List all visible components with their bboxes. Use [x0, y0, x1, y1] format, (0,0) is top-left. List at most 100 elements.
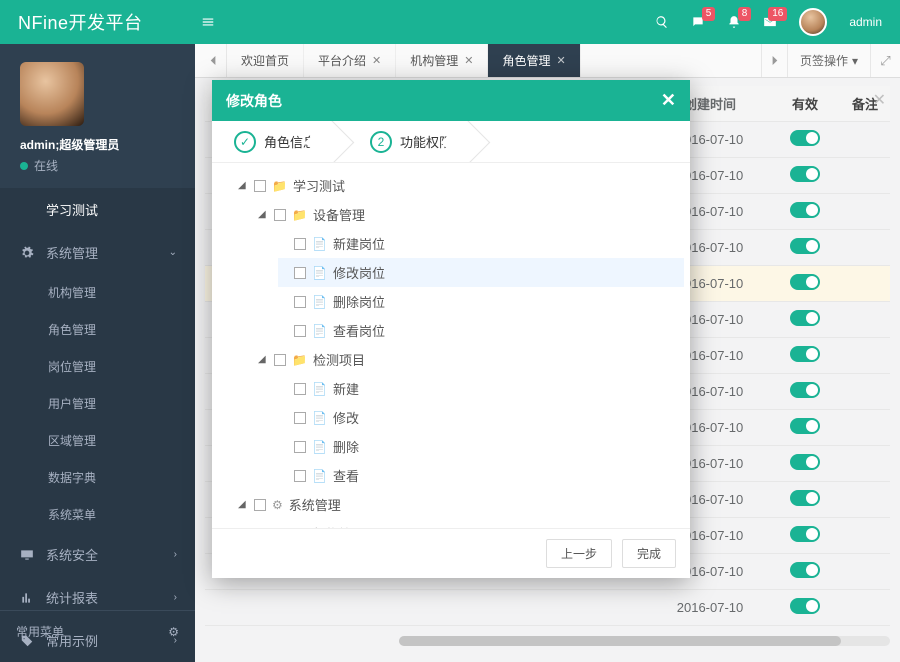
modal-title: 修改角色	[226, 91, 282, 111]
tree-leaf[interactable]: 📄新建岗位	[278, 229, 684, 258]
cell-date: 2016-07-10	[650, 600, 770, 615]
desktop-icon	[20, 548, 34, 562]
checkbox[interactable]	[294, 441, 306, 453]
file-icon: 📄	[312, 237, 327, 251]
tab[interactable]: 平台介绍✕	[304, 44, 396, 77]
sidebar: admin;超级管理员 在线 学习测试 系统管理⌄ 机构管理角色管理岗位管理用户…	[0, 44, 195, 652]
menu-security[interactable]: 系统安全›	[0, 533, 195, 576]
valid-switch[interactable]	[790, 274, 820, 290]
tree-node[interactable]: ◢📁设备管理	[258, 200, 684, 229]
tree-leaf[interactable]: 📄修改	[278, 403, 684, 432]
search-icon[interactable]	[655, 15, 669, 29]
checkbox[interactable]	[274, 354, 286, 366]
header-avatar[interactable]	[799, 8, 827, 36]
valid-switch[interactable]	[790, 598, 820, 614]
tab-ops[interactable]: 页签操作▾	[787, 44, 870, 77]
alerts-icon[interactable]: 8	[727, 15, 741, 29]
permission-tree: ◢📁学习测试 ◢📁设备管理 📄新建岗位 📄修改岗位 📄删除岗位 📄查看岗位 ◢📁…	[212, 163, 690, 528]
mail-badge: 16	[768, 7, 787, 21]
menu-study[interactable]: 学习测试	[0, 188, 195, 231]
tab[interactable]: 机构管理✕	[396, 44, 488, 77]
messages-icon[interactable]: 5	[691, 15, 705, 29]
collapse-icon[interactable]: ◢	[238, 180, 248, 191]
cogs-icon: ⚙	[272, 498, 283, 512]
modal-close-icon[interactable]: ✕	[661, 90, 676, 111]
submenu-item[interactable]: 角色管理	[0, 311, 195, 348]
valid-switch[interactable]	[790, 418, 820, 434]
submenu-item[interactable]: 数据字典	[0, 459, 195, 496]
mail-icon[interactable]: 16	[763, 15, 777, 29]
checkbox[interactable]	[254, 499, 266, 511]
alerts-badge: 8	[738, 7, 752, 21]
checkbox[interactable]	[294, 296, 306, 308]
tabs-close-all[interactable]: ⤢	[870, 44, 900, 77]
submenu-item[interactable]: 用户管理	[0, 385, 195, 422]
checkbox[interactable]	[254, 180, 266, 192]
check-icon: ✓	[234, 131, 256, 153]
submenu-item[interactable]: 机构管理	[0, 274, 195, 311]
checkbox[interactable]	[274, 209, 286, 221]
horizontal-scrollbar[interactable]	[399, 636, 890, 646]
tabbar: ⏴ 欢迎首页平台介绍✕机构管理✕角色管理✕ ⏵ 页签操作▾ ⤢	[195, 44, 900, 78]
step-role-info[interactable]: ✓角色信息	[212, 121, 338, 162]
submenu-item[interactable]: 区域管理	[0, 422, 195, 459]
tab[interactable]: 角色管理✕	[488, 44, 580, 77]
tree-node[interactable]: ◢📁检测项目	[258, 345, 684, 374]
chevron-down-icon: ⌄	[169, 247, 177, 258]
tree-leaf[interactable]: 📄新建	[278, 374, 684, 403]
folder-icon: 📁	[272, 179, 287, 193]
valid-switch[interactable]	[790, 310, 820, 326]
valid-switch[interactable]	[790, 130, 820, 146]
common-menu[interactable]: 常用菜单⚙	[0, 610, 195, 652]
gear-icon[interactable]: ⚙	[168, 625, 179, 639]
sidebar-toggle[interactable]	[195, 15, 221, 29]
tabs-scroll-left[interactable]: ⏴	[201, 44, 227, 77]
profile-avatar[interactable]	[20, 62, 84, 126]
valid-switch[interactable]	[790, 490, 820, 506]
tab-close-icon[interactable]: ✕	[557, 54, 566, 67]
modal-edit-role: 修改角色 ✕ ✓角色信息 2功能权限 ◢📁学习测试 ◢📁设备管理 📄新建岗位 📄…	[212, 80, 690, 578]
checkbox[interactable]	[294, 383, 306, 395]
checkbox[interactable]	[294, 470, 306, 482]
tree-node[interactable]: ◢⚙系统管理	[238, 490, 684, 519]
step-permissions[interactable]: 2功能权限	[338, 121, 474, 162]
checkbox[interactable]	[294, 267, 306, 279]
profile-name: admin;超级管理员	[20, 136, 175, 153]
tabs-scroll-right[interactable]: ⏵	[761, 44, 787, 77]
checkbox[interactable]	[294, 325, 306, 337]
valid-switch[interactable]	[790, 526, 820, 542]
tab-close-icon[interactable]: ✕	[372, 54, 381, 67]
tree-leaf[interactable]: 📄修改岗位	[278, 258, 684, 287]
caret-down-icon: ▾	[852, 54, 858, 68]
tree-leaf[interactable]: 📄查看	[278, 461, 684, 490]
checkbox[interactable]	[294, 238, 306, 250]
tree-leaf[interactable]: 📄删除	[278, 432, 684, 461]
status-dot	[20, 162, 28, 170]
submenu-item[interactable]: 岗位管理	[0, 348, 195, 385]
tree-node[interactable]: ◢📁学习测试	[238, 171, 684, 200]
checkbox[interactable]	[294, 412, 306, 424]
header-username[interactable]: admin	[849, 15, 882, 29]
table-row[interactable]: 2016-07-10	[205, 590, 890, 626]
cogs-icon	[20, 246, 34, 260]
tree-node[interactable]: ◢📁机构管理	[258, 519, 684, 528]
tree-leaf[interactable]: 📄删除岗位	[278, 287, 684, 316]
app-brand: NFine开发平台	[0, 9, 195, 35]
valid-switch[interactable]	[790, 166, 820, 182]
valid-switch[interactable]	[790, 382, 820, 398]
tree-leaf[interactable]: 📄查看岗位	[278, 316, 684, 345]
valid-switch[interactable]	[790, 202, 820, 218]
valid-switch[interactable]	[790, 562, 820, 578]
valid-switch[interactable]	[790, 346, 820, 362]
prev-button[interactable]: 上一步	[546, 539, 612, 568]
valid-switch[interactable]	[790, 454, 820, 470]
messages-badge: 5	[702, 7, 716, 21]
tab-close-icon[interactable]: ✕	[464, 54, 473, 67]
valid-switch[interactable]	[790, 238, 820, 254]
menu-system-mgmt[interactable]: 系统管理⌄	[0, 231, 195, 274]
finish-button[interactable]: 完成	[622, 539, 676, 568]
profile-status: 在线	[20, 157, 175, 174]
panel-close-icon[interactable]: ✕	[873, 90, 886, 110]
tab[interactable]: 欢迎首页	[227, 44, 304, 77]
submenu-item[interactable]: 系统菜单	[0, 496, 195, 533]
